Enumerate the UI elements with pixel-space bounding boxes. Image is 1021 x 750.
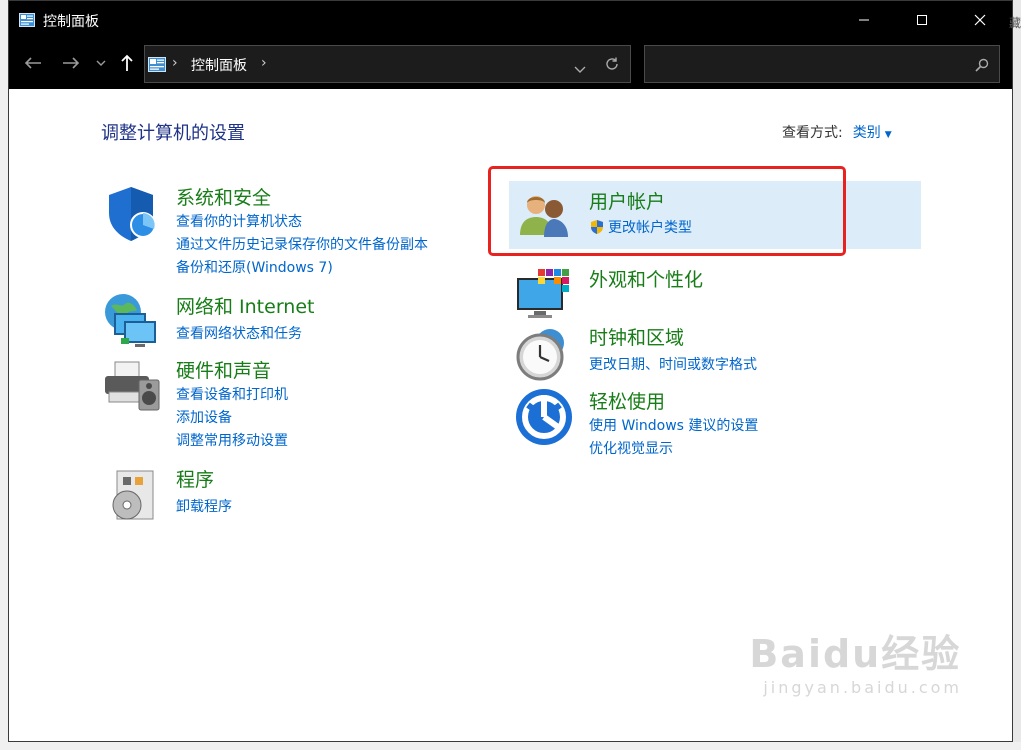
security-shield-icon[interactable] xyxy=(101,183,161,243)
link-view-network-status[interactable]: 查看网络状态和任务 xyxy=(176,323,302,343)
annotation-red-box xyxy=(488,166,846,256)
control-panel-icon xyxy=(19,12,35,31)
baidu-watermark: Baidu经验 jingyan.baidu.com xyxy=(749,623,962,697)
category-programs: 程序 卸载程序 xyxy=(101,465,461,525)
category-heading[interactable]: 系统和安全 xyxy=(176,183,271,210)
link-uninstall-program[interactable]: 卸载程序 xyxy=(176,496,232,516)
close-button[interactable] xyxy=(951,1,1009,39)
category-appearance: 外观和个性化 xyxy=(514,265,874,325)
navigation-bar: › 控制面板 › xyxy=(9,39,1012,89)
search-box[interactable] xyxy=(644,45,1000,83)
recent-locations-dropdown[interactable] xyxy=(89,51,113,75)
category-heading[interactable]: 网络和 Internet xyxy=(176,292,314,319)
appearance-monitor-icon[interactable] xyxy=(514,265,574,325)
refresh-icon[interactable] xyxy=(604,56,620,76)
category-heading[interactable]: 硬件和声音 xyxy=(176,356,271,383)
link-backup-restore[interactable]: 备份和还原(Windows 7) xyxy=(176,257,333,277)
breadcrumb-separator-icon[interactable]: › xyxy=(172,55,178,71)
control-panel-window: 控制面板 › 控制面板 › 调整计算机的设置 查看方式: 类别 ▼ 系统和安全 … xyxy=(8,0,1013,742)
category-network: 网络和 Internet 查看网络状态和任务 xyxy=(101,292,461,352)
link-devices-printers[interactable]: 查看设备和打印机 xyxy=(176,384,288,404)
category-ease-of-access: 轻松使用 使用 Windows 建议的设置 优化视觉显示 xyxy=(514,387,874,467)
link-add-device[interactable]: 添加设备 xyxy=(176,407,232,427)
address-bar[interactable]: › 控制面板 › xyxy=(144,45,631,83)
window-title: 控制面板 xyxy=(43,14,99,30)
minimize-button[interactable] xyxy=(835,1,893,39)
address-history-dropdown[interactable] xyxy=(574,58,586,77)
up-button[interactable] xyxy=(115,51,139,75)
watermark-line2: jingyan.baidu.com xyxy=(763,678,962,697)
link-windows-suggested-settings[interactable]: 使用 Windows 建议的设置 xyxy=(589,415,758,435)
link-change-date-time-format[interactable]: 更改日期、时间或数字格式 xyxy=(589,354,757,374)
network-globe-icon[interactable] xyxy=(101,292,161,352)
link-view-computer-status[interactable]: 查看你的计算机状态 xyxy=(176,211,302,231)
search-icon[interactable] xyxy=(975,57,989,76)
printer-speaker-icon[interactable] xyxy=(101,356,161,416)
link-optimize-visual-display[interactable]: 优化视觉显示 xyxy=(589,438,673,458)
view-by: 查看方式: 类别 ▼ xyxy=(782,122,892,142)
watermark-line1: Baidu经验 xyxy=(749,632,962,676)
content-area: 调整计算机的设置 查看方式: 类别 ▼ 系统和安全 查看你的计算机状态 通过文件历史… xyxy=(9,89,1012,741)
link-file-history-backup[interactable]: 通过文件历史记录保存你的文件备份副本 xyxy=(176,234,428,254)
view-by-dropdown[interactable]: 类别 xyxy=(853,125,881,141)
category-heading[interactable]: 轻松使用 xyxy=(589,387,665,414)
programs-disc-icon[interactable] xyxy=(101,465,161,525)
breadcrumb-separator-icon[interactable]: › xyxy=(261,55,267,71)
link-mobility-settings[interactable]: 调整常用移动设置 xyxy=(176,430,288,450)
clock-icon[interactable] xyxy=(514,323,574,383)
chevron-down-icon[interactable]: ▼ xyxy=(885,130,892,140)
background-window-text: 藏 xyxy=(1008,16,1021,30)
breadcrumb-item-control-panel[interactable]: 控制面板 xyxy=(191,55,247,75)
page-title: 调整计算机的设置 xyxy=(101,123,245,144)
view-by-label: 查看方式: xyxy=(782,125,843,141)
title-bar: 控制面板 xyxy=(9,1,1012,39)
maximize-button[interactable] xyxy=(893,1,951,39)
category-hardware-sound: 硬件和声音 查看设备和打印机 添加设备 调整常用移动设置 xyxy=(101,356,461,449)
background-window-edge xyxy=(1013,0,1021,750)
control-panel-location-icon xyxy=(148,57,166,76)
category-heading[interactable]: 外观和个性化 xyxy=(589,265,703,292)
category-system-security: 系统和安全 查看你的计算机状态 通过文件历史记录保存你的文件备份副本 备份和还原… xyxy=(101,183,461,276)
forward-button[interactable] xyxy=(59,51,83,75)
category-heading[interactable]: 时钟和区域 xyxy=(589,323,684,350)
back-button[interactable] xyxy=(21,51,45,75)
category-heading[interactable]: 程序 xyxy=(176,465,214,492)
ease-of-access-icon[interactable] xyxy=(514,387,574,447)
desktop-bottom-edge xyxy=(0,742,1021,750)
category-clock-region: 时钟和区域 更改日期、时间或数字格式 xyxy=(514,323,874,383)
